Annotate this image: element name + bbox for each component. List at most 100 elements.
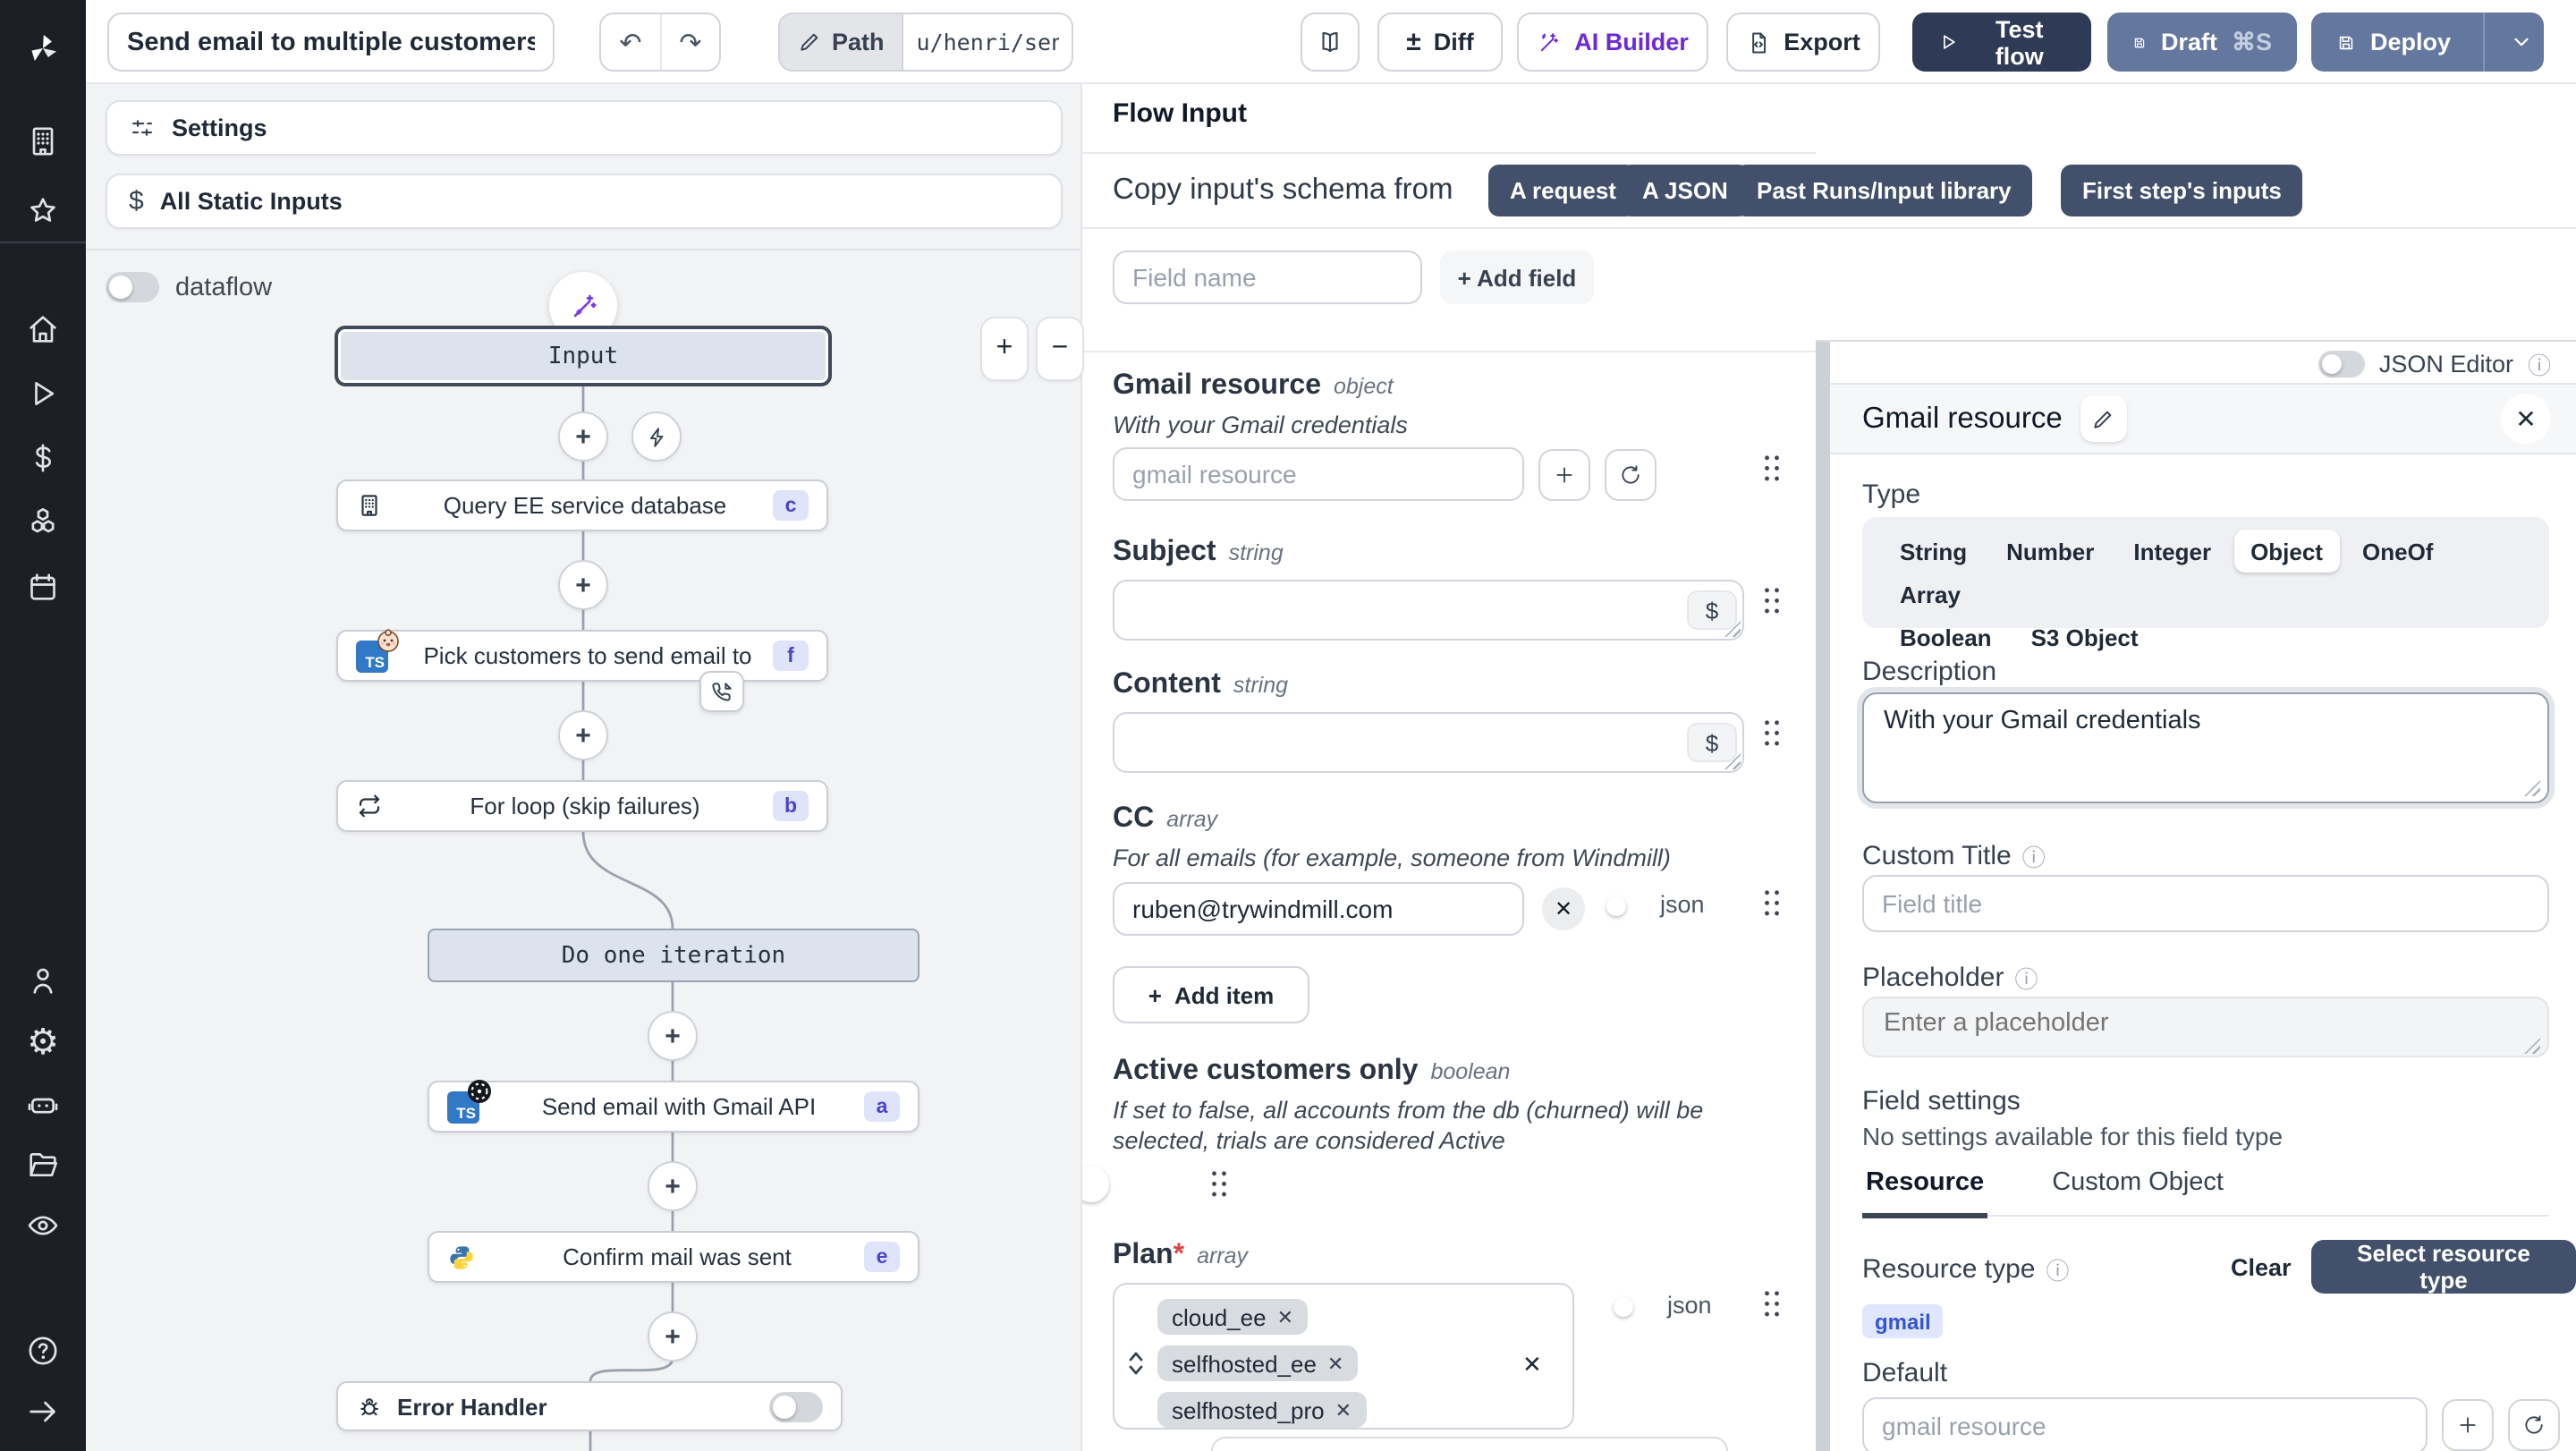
sidebar-item-schedules[interactable] (0, 556, 86, 617)
tag-remove-icon[interactable]: ✕ (1277, 1305, 1293, 1328)
copy-from-past-runs-button[interactable]: Past Runs/Input library (1735, 165, 2033, 216)
error-handler-toggle[interactable] (769, 1391, 823, 1421)
tag-input[interactable] (1401, 1385, 1553, 1428)
draft-button[interactable]: Draft ⌘S (2107, 13, 2297, 72)
plan-tags-box[interactable]: cloud_ee✕ selfhosted_ee✕ selfhosted_pro✕… (1113, 1283, 1574, 1430)
help-icon[interactable] (0, 1320, 86, 1381)
flow-title-input[interactable] (107, 13, 555, 72)
drag-handle[interactable] (1762, 585, 1780, 615)
path-chip[interactable]: Path (778, 13, 902, 72)
drag-handle[interactable] (1762, 453, 1780, 483)
undo-button[interactable]: ↶ (601, 14, 660, 70)
clear-resource-button[interactable]: Clear (2220, 1252, 2302, 1283)
ai-builder-button[interactable]: AI Builder (1517, 13, 1708, 72)
copy-from-first-step-button[interactable]: First step's inputs (2061, 165, 2303, 216)
field-name-input[interactable] (1113, 250, 1422, 304)
sidebar-item-folders[interactable] (0, 1134, 86, 1195)
trigger-button[interactable] (631, 412, 682, 462)
workspace-icon[interactable] (0, 111, 86, 172)
sidebar-item-runs[interactable] (0, 363, 86, 424)
copy-from-json-button[interactable]: A JSON (1621, 165, 1750, 216)
tag-remove-icon[interactable]: ✕ (1327, 1352, 1343, 1375)
refresh-resource-button[interactable] (1605, 449, 1657, 501)
type-option-boolean[interactable]: Boolean (1884, 615, 2008, 658)
cc-item-input[interactable] (1113, 882, 1524, 936)
zoom-out-button[interactable]: − (1036, 317, 1084, 381)
node-query-db[interactable]: Query EE service database c (336, 479, 828, 531)
drag-handle[interactable] (1762, 717, 1780, 748)
suspend-step-indicator[interactable] (699, 671, 744, 712)
favorites-icon[interactable] (0, 181, 86, 242)
add-step-button[interactable]: + (558, 560, 608, 610)
refresh-default-button[interactable] (2508, 1399, 2560, 1451)
sidebar-item-ai[interactable] (0, 1073, 86, 1134)
sidebar-item-resources[interactable] (0, 492, 86, 553)
export-button[interactable]: Export (1726, 13, 1880, 72)
add-field-button[interactable]: + Add field (1440, 250, 1594, 304)
default-value-input[interactable] (1862, 1397, 2428, 1451)
node-confirm-mail[interactable]: Confirm mail was sent e (428, 1231, 919, 1283)
type-option-object[interactable]: Object (2234, 530, 2339, 573)
node-forloop[interactable]: For loop (skip failures) b (336, 780, 828, 832)
drawer-resize-handle[interactable] (1816, 342, 1830, 1451)
type-option-oneof[interactable]: OneOf (2346, 530, 2449, 573)
custom-title-input[interactable] (1862, 875, 2549, 932)
diff-button[interactable]: ± Diff (1377, 13, 1503, 72)
node-error-handler[interactable]: Error Handler (336, 1381, 843, 1431)
json-editor-toggle[interactable] (2318, 351, 2365, 378)
subject-expr-toggle[interactable]: $ (1687, 590, 1737, 630)
type-option-array[interactable]: Array (1884, 573, 1977, 615)
tab-resource[interactable]: Resource (1862, 1168, 1987, 1218)
add-resource-button[interactable] (1538, 449, 1590, 501)
add-step-button[interactable]: + (648, 1011, 698, 1061)
windmill-logo[interactable] (0, 18, 86, 79)
sidebar-item-audit[interactable] (0, 1195, 86, 1256)
sort-handle-icon[interactable] (1127, 1351, 1145, 1376)
add-step-button[interactable]: + (558, 412, 608, 462)
add-step-button[interactable]: + (648, 1311, 698, 1362)
remove-cc-item-button[interactable]: ✕ (1542, 887, 1585, 930)
type-option-s3[interactable]: S3 Object (2015, 615, 2155, 658)
deploy-dropdown[interactable] (2499, 30, 2544, 54)
deploy-button[interactable]: Deploy (2311, 13, 2544, 72)
flow-settings-card[interactable]: Settings (106, 100, 1063, 156)
add-step-button[interactable]: + (648, 1161, 698, 1211)
type-option-number[interactable]: Number (1990, 530, 2110, 573)
type-option-integer[interactable]: Integer (2117, 530, 2227, 573)
sidebar-item-settings[interactable]: ⚙ (0, 1013, 86, 1073)
node-input[interactable]: Input (335, 326, 832, 386)
placeholder-input[interactable] (1862, 997, 2549, 1057)
dataflow-toggle[interactable] (106, 272, 159, 302)
zoom-in-button[interactable]: + (980, 317, 1029, 381)
content-input[interactable] (1113, 712, 1744, 773)
subject-input[interactable] (1113, 580, 1744, 641)
sidebar-item-account[interactable] (0, 950, 86, 1011)
edit-title-button[interactable] (2080, 395, 2127, 442)
node-pick-customers[interactable]: TS Pick customers to send email to f (336, 630, 828, 682)
drag-handle[interactable] (1762, 887, 1780, 918)
add-item-button[interactable]: + Add item (1113, 966, 1309, 1023)
copy-from-request-button[interactable]: A request (1488, 165, 1638, 216)
redo-button[interactable]: ↷ (660, 14, 719, 70)
sidebar-item-variables[interactable] (0, 428, 86, 488)
path-input[interactable] (902, 13, 1074, 72)
add-step-button[interactable]: + (558, 710, 608, 760)
close-drawer-button[interactable]: ✕ (2501, 394, 2551, 444)
node-send-email[interactable]: TS Send email with Gmail API a (428, 1081, 919, 1133)
gmail-resource-input[interactable] (1113, 447, 1524, 501)
select-resource-type-button[interactable]: Select resource type (2311, 1240, 2576, 1294)
tag-remove-icon[interactable]: ✕ (1335, 1398, 1352, 1421)
test-flow-button[interactable]: Test flow (1912, 13, 2091, 72)
type-option-string[interactable]: String (1884, 530, 1983, 573)
node-do-one-iteration[interactable]: Do one iteration (428, 929, 919, 982)
collapse-sidebar-icon[interactable] (0, 1381, 86, 1442)
tab-custom-object[interactable]: Custom Object (2048, 1168, 2227, 1215)
content-expr-toggle[interactable]: $ (1687, 723, 1737, 762)
add-default-button[interactable] (2442, 1399, 2494, 1451)
static-inputs-card[interactable]: $ All Static Inputs (106, 174, 1063, 229)
clear-tags-icon[interactable]: ✕ (1522, 1351, 1542, 1379)
drag-handle[interactable] (1762, 1288, 1780, 1319)
drag-handle[interactable] (1209, 1168, 1227, 1199)
docs-button[interactable] (1301, 13, 1360, 72)
description-input[interactable]: With your Gmail credentials (1862, 692, 2549, 803)
